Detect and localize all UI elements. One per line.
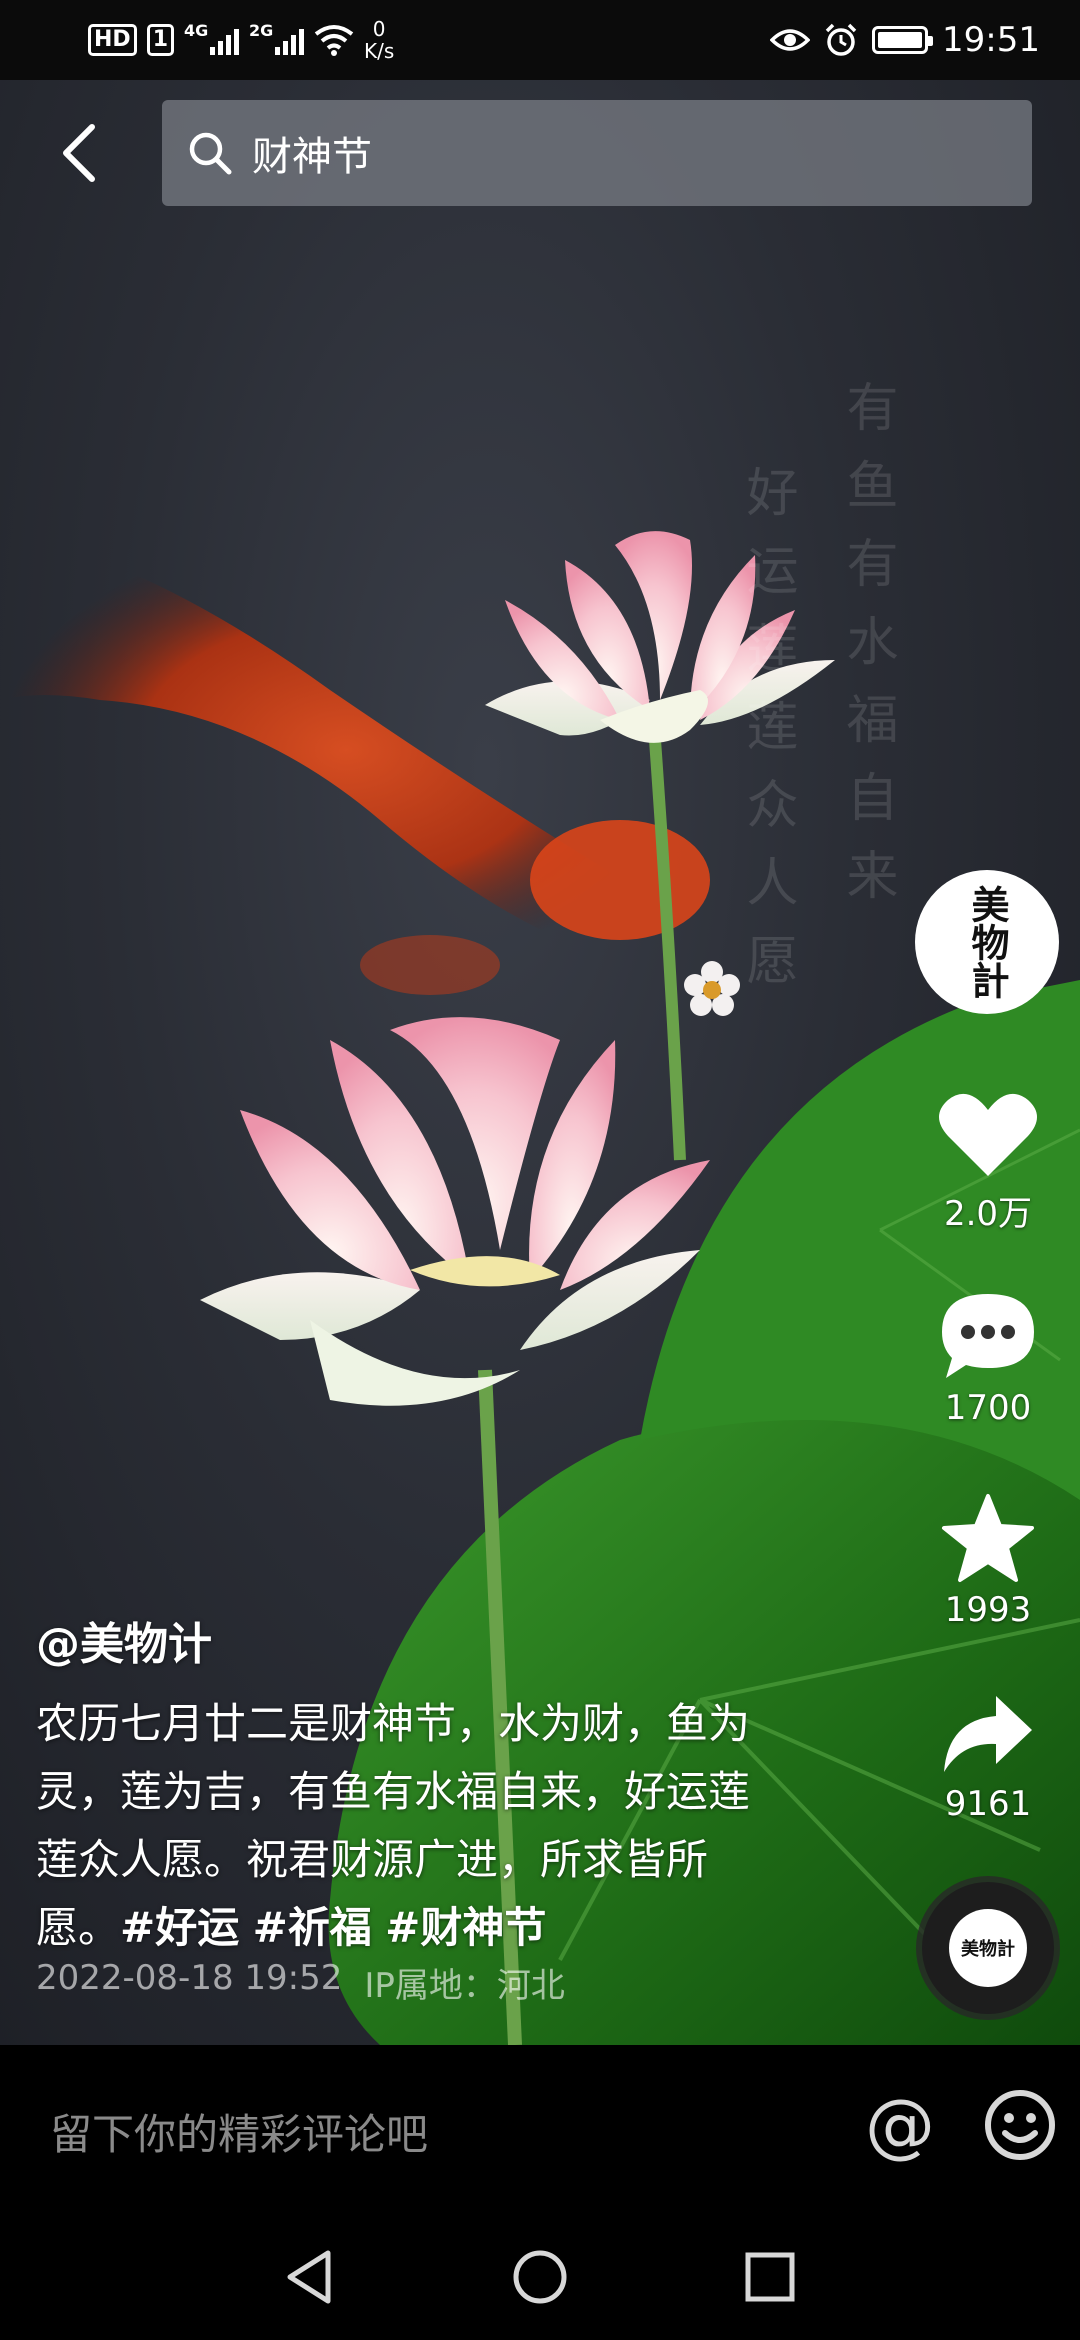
- post-caption: 农历七月廿二是财神节，水为财，鱼为灵，莲为吉，有鱼有水福自来，好运莲莲众人愿。祝…: [36, 1690, 776, 1962]
- poem-line-left: 好运莲莲众人愿: [737, 465, 797, 1011]
- eye-icon: [770, 29, 811, 51]
- wifi-icon: [314, 25, 354, 56]
- like-count: 2.0万: [943, 1194, 1033, 1234]
- avatar-logo-text: 美物計: [965, 885, 1010, 999]
- hd-badge: HD: [88, 24, 137, 56]
- post-meta: 2022-08-18 19:52 IP属地：河北: [36, 1958, 565, 2007]
- signal-icon-1: 4G: [184, 21, 239, 55]
- like-button[interactable]: 2.0万: [905, 1090, 1071, 1235]
- favorite-count: 1993: [944, 1590, 1032, 1630]
- nav-recents-icon[interactable]: [740, 2247, 800, 2307]
- post-date: 2022-08-18 19:52: [36, 1958, 343, 1998]
- comment-icon: [942, 1294, 1034, 1378]
- status-bar: HD 1 4G 2G 0 K/s 19:51: [0, 0, 1080, 80]
- comment-button[interactable]: 1700: [905, 1290, 1071, 1428]
- hashtag-link[interactable]: #财神节: [385, 1903, 546, 1952]
- network-speed: 0 K/s: [364, 17, 395, 63]
- comment-count: 1700: [944, 1388, 1032, 1428]
- music-disc-cover: 美物計: [949, 1909, 1027, 1987]
- search-query-text: 财神节: [252, 134, 372, 180]
- mention-button[interactable]: @: [860, 2085, 940, 2165]
- ip-location: IP属地：河北: [364, 1966, 565, 2006]
- chevron-left-icon: [63, 124, 95, 182]
- comment-input[interactable]: 留下你的精彩评论吧: [50, 2101, 428, 2162]
- share-count: 9161: [944, 1784, 1032, 1824]
- favorite-button[interactable]: 1993: [905, 1492, 1071, 1630]
- share-button[interactable]: 9161: [905, 1690, 1071, 1824]
- emoji-icon[interactable]: [982, 2087, 1058, 2163]
- star-icon: [942, 1494, 1034, 1582]
- music-disc[interactable]: 美物計: [922, 1882, 1054, 2014]
- status-time: 19:51: [942, 20, 1040, 60]
- system-nav-bar: [0, 2215, 1080, 2340]
- alarm-icon: [825, 23, 857, 56]
- poem-line-right: 有鱼有水福自来: [837, 380, 897, 926]
- heart-icon: [939, 1093, 1037, 1176]
- sim-badge: 1: [146, 24, 174, 56]
- hashtag-link[interactable]: #祈福: [253, 1903, 372, 1952]
- share-arrow-icon: [944, 1696, 1032, 1772]
- search-icon: [189, 132, 232, 175]
- author-name[interactable]: @美物计: [36, 1608, 212, 1672]
- search-bar[interactable]: 财神节: [162, 100, 1032, 206]
- author-avatar[interactable]: 美物計: [915, 870, 1059, 1014]
- hashtag-link[interactable]: #好运: [120, 1903, 239, 1952]
- comment-bar: 留下你的精彩评论吧 @: [0, 2045, 1080, 2215]
- nav-home-icon[interactable]: [510, 2247, 570, 2307]
- nav-back-icon[interactable]: [280, 2247, 340, 2307]
- back-button[interactable]: [48, 115, 108, 191]
- signal-icon-2: 2G: [249, 21, 304, 55]
- battery-icon: [872, 26, 934, 54]
